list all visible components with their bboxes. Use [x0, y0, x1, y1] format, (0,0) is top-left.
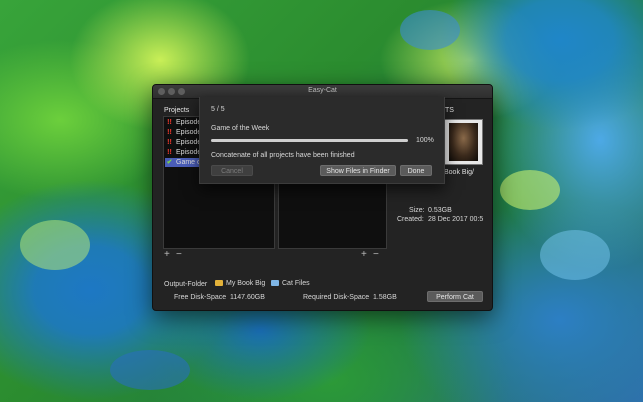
progress-sheet: 5 / 5 Game of the Week 100% Concatenate …: [199, 97, 445, 184]
wallpaper-blob: [540, 230, 610, 280]
remove-file-button[interactable]: −: [373, 250, 379, 260]
free-disk-space-label: Free Disk-Space: [174, 294, 227, 301]
progress-message: Concatenate of all projects have been fi…: [211, 152, 355, 159]
wallpaper-blob: [110, 350, 190, 390]
warning-icon: !!: [167, 129, 172, 136]
progress-bar-fill: [211, 139, 408, 142]
created-label: Created:: [397, 216, 424, 223]
folder-label: Cat Files: [282, 280, 310, 287]
folder-my-book-big[interactable]: My Book Big: [215, 280, 265, 287]
project-label: Episode: [176, 129, 202, 136]
progress-counter: 5 / 5: [211, 106, 225, 113]
output-folder-label: Output-Folder: [164, 281, 208, 288]
project-label: Episode: [176, 149, 202, 156]
folder-cat-files[interactable]: Cat Files: [271, 280, 310, 287]
project-label: Episode: [176, 119, 202, 126]
warning-icon: !!: [167, 149, 172, 156]
cover-image: [449, 123, 478, 161]
warning-icon: !!: [167, 139, 172, 146]
wallpaper-blob: [500, 170, 560, 210]
size-label: Size:: [409, 207, 425, 214]
drive-icon: [215, 280, 223, 287]
required-disk-space-label: Required Disk-Space: [303, 294, 370, 301]
progress-percent: 100%: [416, 137, 434, 144]
required-disk-space-value: 1.58GB: [373, 294, 397, 301]
add-project-button[interactable]: +: [164, 250, 170, 260]
cancel-button[interactable]: Cancel: [211, 165, 253, 176]
folder-icon: [271, 280, 279, 287]
show-files-in-finder-button[interactable]: Show Files in Finder: [320, 165, 396, 176]
project-label: Episode: [176, 139, 202, 146]
wallpaper-blob: [20, 220, 90, 270]
file-path: Book Big/: [444, 169, 474, 176]
checkmark-icon: ✔: [166, 159, 173, 166]
remove-project-button[interactable]: −: [176, 250, 182, 260]
projects-label: Projects: [164, 107, 190, 114]
progress-item-title: Game of the Week: [211, 125, 270, 132]
folder-label: My Book Big: [226, 280, 266, 287]
perform-cat-button[interactable]: Perform Cat: [427, 291, 483, 302]
progress-bar: [211, 139, 408, 142]
created-value: 28 Dec 2017 00:5: [428, 216, 484, 223]
size-value: 0.53GB: [428, 207, 452, 214]
done-button[interactable]: Done: [400, 165, 432, 176]
add-file-button[interactable]: +: [361, 250, 367, 260]
free-disk-space-value: 1147.60GB: [230, 294, 265, 301]
window-title: Easy-Cat: [308, 87, 337, 94]
details-label: TS: [445, 107, 454, 114]
wallpaper-blob: [400, 10, 460, 50]
warning-icon: !!: [167, 119, 172, 126]
cover-thumbnail: [444, 119, 483, 165]
